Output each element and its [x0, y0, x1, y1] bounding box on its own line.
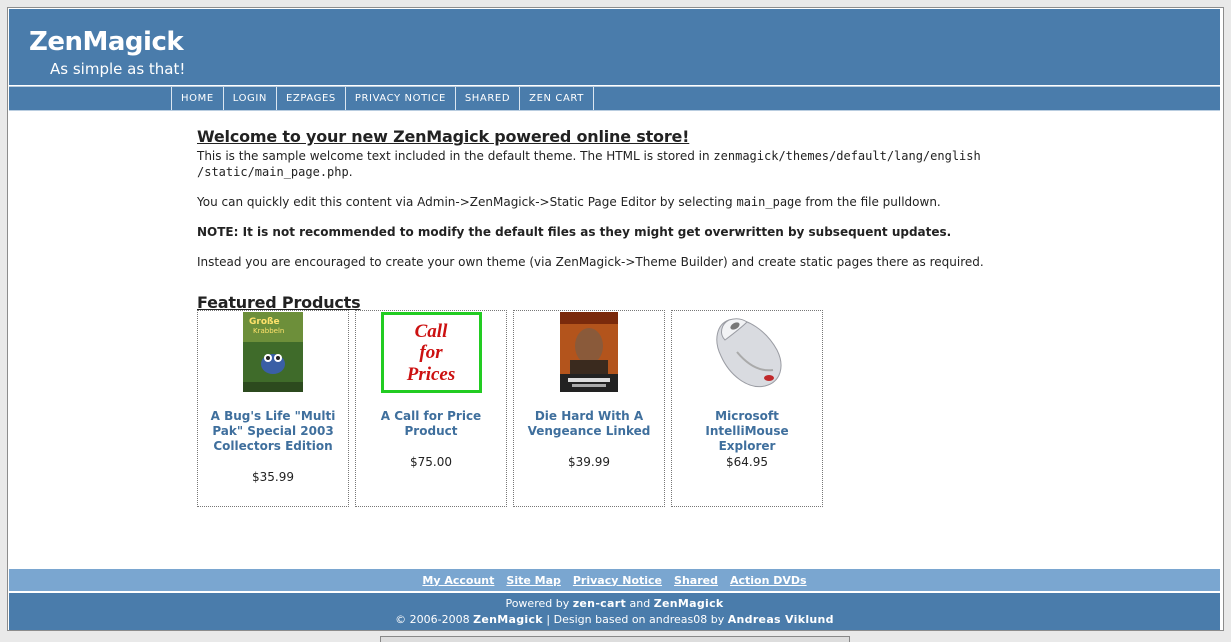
svg-text:Krabbeln: Krabbeln: [253, 327, 284, 335]
welcome-note: NOTE: It is not recommended to modify th…: [197, 225, 952, 239]
powered-prefix: Powered by: [505, 597, 573, 610]
welcome-text-1-end: .: [348, 165, 353, 179]
product-price: $39.99: [568, 455, 610, 469]
call-for-prices-image: Call for Prices: [380, 312, 482, 393]
copyright-mid: | Design based on andreas08 by: [542, 613, 728, 626]
product-price: $75.00: [410, 455, 452, 469]
product-price: $35.99: [252, 470, 294, 484]
mouse-icon: [716, 318, 782, 388]
product-name[interactable]: Microsoft IntelliMouse Explorer: [678, 409, 816, 454]
main-content: Welcome to your new ZenMagick powered on…: [197, 127, 1097, 270]
footer-link-shared[interactable]: Shared: [674, 574, 718, 587]
main-nav: HOME LOGIN EZPAGES PRIVACY NOTICE SHARED…: [9, 86, 1220, 111]
product-name[interactable]: A Bug's Life "Multi Pak" Special 2003 Co…: [204, 409, 342, 454]
nav-privacy-notice[interactable]: PRIVACY NOTICE: [346, 87, 456, 110]
product-name[interactable]: A Call for Price Product: [362, 409, 500, 439]
site-logo[interactable]: ZenMagick: [29, 27, 184, 57]
file-path-code-2: /static/main_page.php: [197, 165, 349, 179]
product-name[interactable]: Die Hard With A Vengeance Linked: [520, 409, 658, 439]
powered-zen-cart: zen-cart: [572, 597, 627, 610]
nav-ezpages[interactable]: EZPAGES: [277, 87, 346, 110]
file-path-code: zenmagick/themes/default/lang/english: [713, 149, 981, 163]
site-header: ZenMagick As simple as that!: [9, 9, 1220, 85]
nav-login[interactable]: LOGIN: [224, 87, 278, 110]
product-card-call-for-price[interactable]: Call for Prices A Call for Price Product…: [355, 310, 507, 507]
footer-link-privacy-notice[interactable]: Privacy Notice: [573, 574, 662, 587]
powered-mid: and: [626, 597, 654, 610]
nav-zen-cart[interactable]: ZEN CART: [520, 87, 594, 110]
product-image[interactable]: [514, 312, 664, 392]
welcome-paragraph-1: This is the sample welcome text included…: [197, 148, 1097, 180]
product-image[interactable]: Große Krabbeln: [198, 312, 348, 392]
product-price: $64.95: [726, 455, 768, 469]
page-frame: ZenMagick As simple as that! HOME LOGIN …: [7, 7, 1224, 631]
footer-link-action-dvds[interactable]: Action DVDs: [730, 574, 807, 587]
footer-credits: Powered by zen-cart and ZenMagick © 2006…: [9, 593, 1220, 630]
product-image[interactable]: [672, 312, 822, 392]
copyright-brand: ZenMagick: [473, 613, 543, 626]
welcome-title: Welcome to your new ZenMagick powered on…: [197, 127, 690, 146]
site-tagline: As simple as that!: [50, 60, 186, 78]
nav-shared[interactable]: SHARED: [456, 87, 521, 110]
copyright-prefix: © 2006-2008: [395, 613, 474, 626]
nav-home[interactable]: HOME: [172, 87, 224, 110]
welcome-text-1: This is the sample welcome text included…: [197, 149, 714, 163]
svg-text:Call: Call: [414, 321, 447, 342]
dvd-cover-icon: [560, 312, 618, 392]
product-card-intellimouse[interactable]: Microsoft IntelliMouse Explorer $64.95: [671, 310, 823, 507]
dvd-cover-icon: Große Krabbeln: [243, 312, 303, 392]
below-page-element: [380, 636, 850, 642]
product-card-bugs-life[interactable]: Große Krabbeln A Bug's Life "Multi Pak" …: [197, 310, 349, 507]
footer-links: My Account Site Map Privacy Notice Share…: [9, 569, 1220, 591]
product-image[interactable]: Call for Prices: [356, 312, 506, 393]
welcome-paragraph-2: You can quickly edit this content via Ad…: [197, 194, 1097, 210]
main-page-code: main_page: [736, 195, 802, 209]
copyright-author: Andreas Viklund: [727, 613, 834, 626]
svg-text:for: for: [419, 342, 443, 363]
copyright-line: © 2006-2008 ZenMagick | Design based on …: [9, 612, 1220, 628]
welcome-text-2: You can quickly edit this content via Ad…: [197, 195, 737, 209]
welcome-paragraph-4: Instead you are encouraged to create you…: [197, 255, 984, 269]
powered-zenmagick: ZenMagick: [653, 597, 724, 610]
svg-text:Prices: Prices: [405, 364, 455, 385]
featured-products-grid: Große Krabbeln A Bug's Life "Multi Pak" …: [197, 310, 823, 507]
footer-link-my-account[interactable]: My Account: [422, 574, 494, 587]
powered-by-line: Powered by zen-cart and ZenMagick: [9, 596, 1220, 612]
footer-link-site-map[interactable]: Site Map: [506, 574, 560, 587]
product-card-die-hard[interactable]: Die Hard With A Vengeance Linked $39.99: [513, 310, 665, 507]
welcome-text-2-end: from the file pulldown.: [801, 195, 941, 209]
svg-text:Große: Große: [249, 317, 280, 327]
